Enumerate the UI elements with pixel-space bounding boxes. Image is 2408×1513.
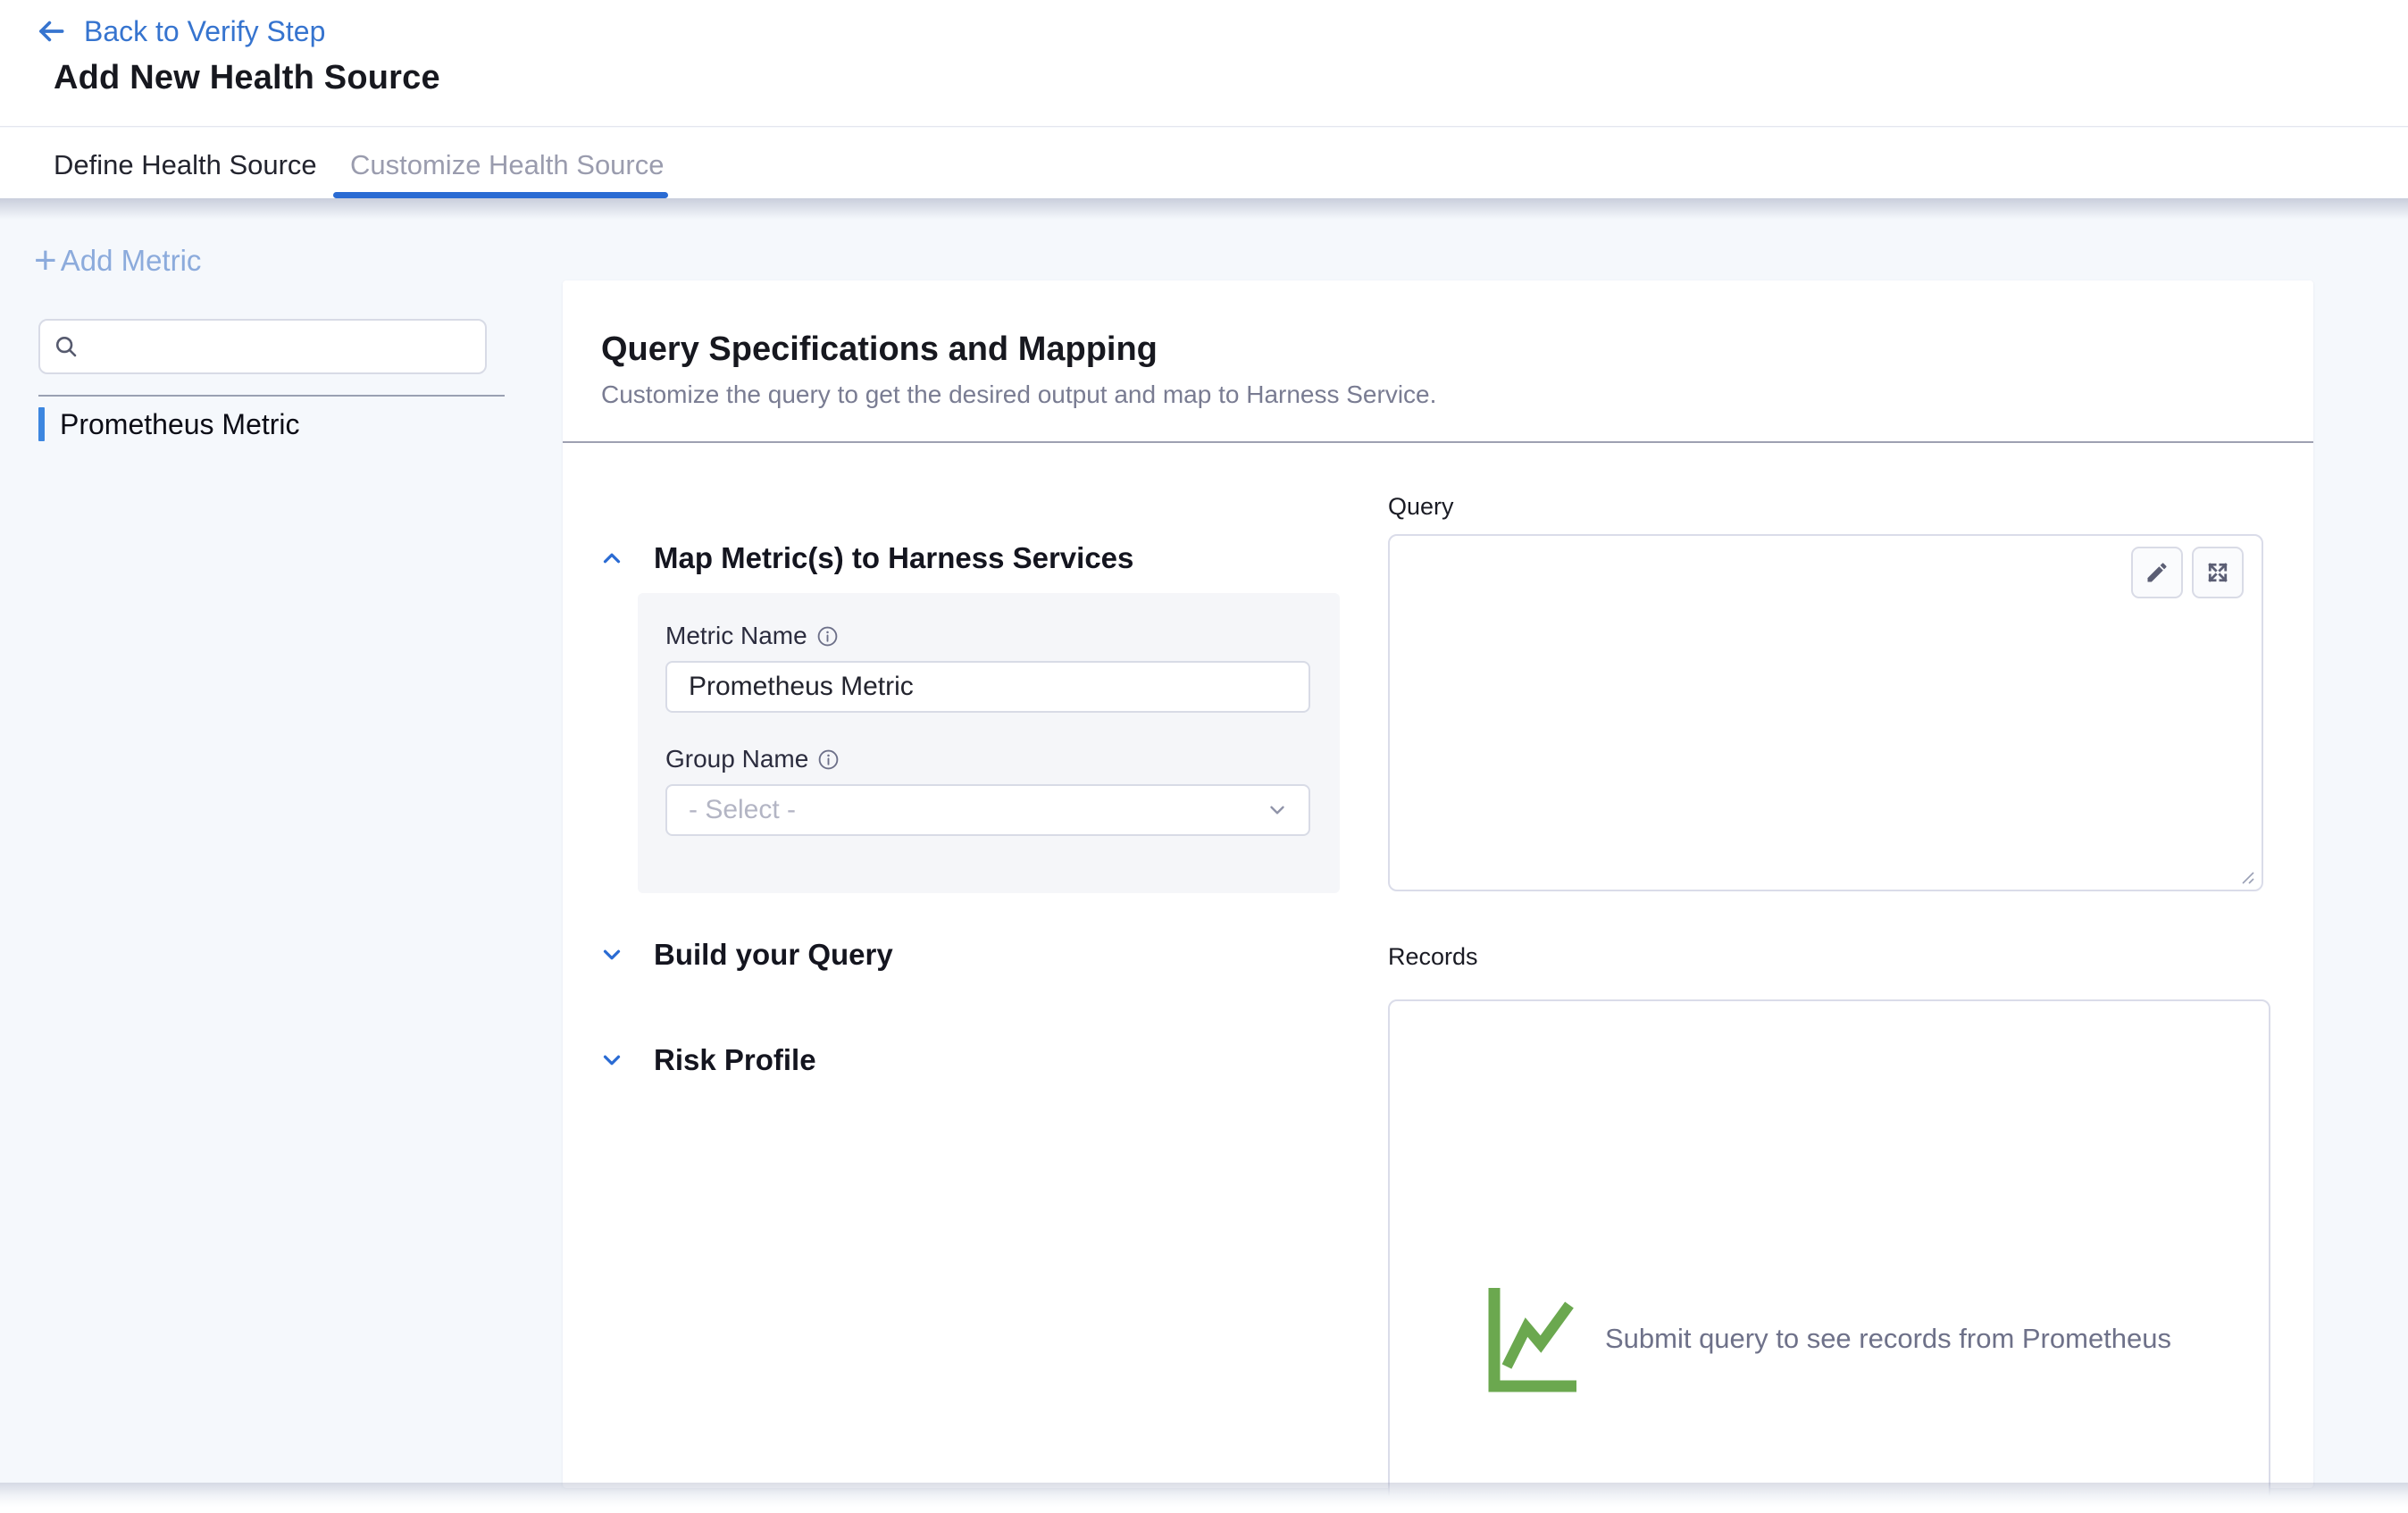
- panel-divider: [563, 441, 2313, 443]
- panel-heading: Query Specifications and Mapping: [601, 330, 1158, 369]
- group-name-select[interactable]: - Select -: [665, 784, 1310, 836]
- metric-item-label: Prometheus Metric: [60, 408, 300, 441]
- info-icon[interactable]: [816, 625, 839, 648]
- back-arrow-icon: [34, 14, 68, 48]
- fullscreen-expand-icon: [2205, 560, 2230, 585]
- add-metric-label: Add Metric: [61, 244, 202, 278]
- section-title: Risk Profile: [654, 1043, 816, 1077]
- edit-query-button[interactable]: [2131, 547, 2183, 598]
- search-icon: [53, 333, 79, 360]
- page-title: Add New Health Source: [54, 59, 440, 97]
- page: Back to Verify Step Add New Health Sourc…: [0, 0, 2408, 1513]
- records-label: Records: [1388, 943, 1478, 971]
- expand-query-button[interactable]: [2192, 547, 2244, 598]
- metric-name-label-text: Metric Name: [665, 622, 807, 650]
- bottom-edge-fade: [0, 1483, 2408, 1513]
- group-name-label-text: Group Name: [665, 745, 808, 773]
- panel-subheading: Customize the query to get the desired o…: [601, 380, 1436, 409]
- sidebar-item-prometheus-metric[interactable]: Prometheus Metric: [38, 407, 300, 441]
- mapping-form-card: Metric Name Group Name - Select -: [638, 593, 1340, 893]
- chevron-down-icon: [598, 941, 625, 968]
- records-empty-state: Submit query to see records from Prometh…: [1388, 999, 2270, 1513]
- section-map-metrics[interactable]: Map Metric(s) to Harness Services: [598, 541, 1133, 575]
- plus-icon: +: [34, 243, 57, 279]
- group-name-label: Group Name: [665, 745, 840, 773]
- section-build-your-query[interactable]: Build your Query: [598, 938, 893, 972]
- page-header: Back to Verify Step Add New Health Sourc…: [0, 0, 2408, 127]
- query-textarea[interactable]: [1388, 534, 2263, 891]
- chevron-up-icon: [598, 545, 625, 572]
- metric-name-input[interactable]: [665, 661, 1310, 713]
- chevron-down-icon: [1266, 798, 1289, 822]
- chevron-down-icon: [598, 1047, 625, 1074]
- active-tab-indicator: [333, 192, 668, 198]
- pencil-icon: [2145, 560, 2170, 585]
- line-chart-icon: [1487, 1284, 1580, 1393]
- search-input[interactable]: [88, 322, 485, 371]
- selected-indicator-bar: [38, 407, 45, 441]
- back-to-verify-step-link[interactable]: Back to Verify Step: [34, 14, 325, 48]
- tab-bar-shadow: [0, 198, 2408, 220]
- query-label: Query: [1388, 493, 1454, 521]
- records-empty-text: Submit query to see records from Prometh…: [1605, 1323, 2171, 1355]
- resize-handle[interactable]: [2237, 866, 2256, 886]
- metric-name-label: Metric Name: [665, 622, 839, 650]
- tab-bar: Define Health Source Customize Health So…: [0, 128, 2408, 198]
- back-link-label: Back to Verify Step: [84, 15, 325, 48]
- query-specifications-panel: Query Specifications and Mapping Customi…: [563, 280, 2313, 1488]
- section-title: Build your Query: [654, 938, 893, 972]
- query-toolbar: [2131, 547, 2244, 598]
- tab-define-health-source[interactable]: Define Health Source: [54, 149, 317, 181]
- select-placeholder: - Select -: [689, 795, 796, 825]
- section-risk-profile[interactable]: Risk Profile: [598, 1043, 816, 1077]
- section-title: Map Metric(s) to Harness Services: [654, 541, 1133, 575]
- sidebar-divider: [38, 395, 505, 397]
- tab-customize-health-source[interactable]: Customize Health Source: [350, 149, 665, 181]
- info-icon[interactable]: [817, 748, 840, 771]
- add-metric-button[interactable]: + Add Metric: [34, 243, 201, 279]
- metric-search-box: [38, 319, 487, 374]
